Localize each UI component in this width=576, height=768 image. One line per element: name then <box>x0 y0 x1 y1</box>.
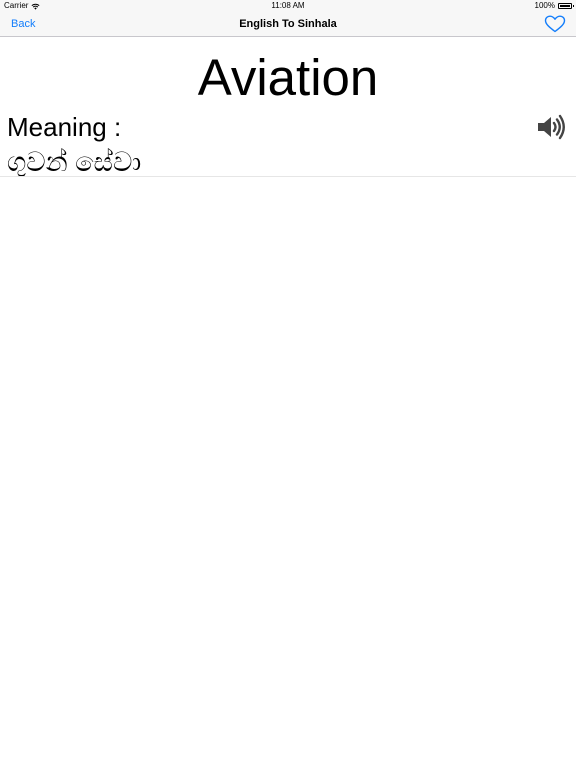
speaker-button[interactable] <box>536 113 566 141</box>
favorite-button[interactable] <box>544 15 566 33</box>
status-time: 11:08 AM <box>271 1 305 10</box>
speaker-icon <box>538 114 565 140</box>
navigation-bar: Back English To Sinhala <box>0 12 576 37</box>
meaning-label: Meaning : <box>7 112 122 142</box>
status-right: 100% <box>534 0 574 12</box>
word-title: Aviation <box>197 49 379 106</box>
battery-fill <box>560 5 570 7</box>
nav-title: English To Sinhala <box>239 18 337 30</box>
meaning-text: ගුවන් සේවා <box>7 147 142 177</box>
battery-icon <box>558 3 574 9</box>
status-bar: Carrier 11:08 AM 100% <box>0 0 576 12</box>
heart-outline-icon <box>544 15 566 33</box>
battery-percent: 100% <box>534 1 555 10</box>
divider <box>0 176 576 177</box>
